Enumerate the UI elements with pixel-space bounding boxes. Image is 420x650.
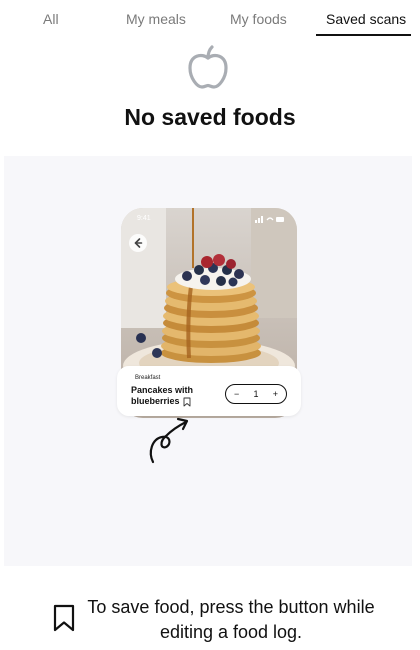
status-bar-time: 9:41: [137, 215, 151, 222]
food-log-card: Breakfast Pancakes with blueberries − 1 …: [117, 366, 301, 416]
decrement-button: −: [234, 389, 240, 399]
pointer-arrow-icon: [149, 417, 189, 464]
illustration-panel: 9:41 Breakfast Pancakes with blueberries…: [4, 156, 412, 566]
quantity-value: 1: [253, 389, 259, 399]
empty-state-title: No saved foods: [124, 104, 296, 130]
tab-my-meals[interactable]: My meals: [126, 11, 186, 27]
tab-bar: All My meals My foods Saved scans: [0, 0, 420, 38]
save-hint-text: To save food, press the button while edi…: [87, 597, 375, 642]
active-tab-indicator: [316, 34, 411, 36]
increment-button: +: [272, 389, 278, 399]
bookmark-icon: [53, 604, 75, 632]
tab-my-foods[interactable]: My foods: [230, 11, 287, 27]
tab-saved-scans[interactable]: Saved scans: [326, 11, 406, 27]
back-arrow-icon: [129, 234, 147, 252]
meal-type-label: Breakfast: [135, 375, 161, 381]
bookmark-icon-small: [183, 397, 191, 407]
tab-all[interactable]: All: [43, 11, 59, 27]
quantity-stepper: − 1 +: [225, 384, 287, 404]
status-bar-icons: [255, 216, 284, 223]
apple-icon: [188, 45, 228, 89]
